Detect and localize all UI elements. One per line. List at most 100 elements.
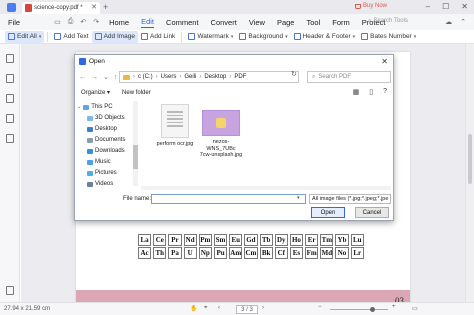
undo-icon[interactable]: ↶ <box>80 18 86 26</box>
page-indicator[interactable]: 3 / 3 <box>236 305 258 314</box>
close-window-icon[interactable]: ✕ <box>461 2 468 11</box>
hand-tool-icon[interactable]: ✋ <box>190 305 197 312</box>
nav-item-documents[interactable]: Documents <box>87 135 125 145</box>
menu-home[interactable]: Home <box>109 18 129 27</box>
up-icon[interactable]: ↑ <box>114 74 118 81</box>
new-tab-icon[interactable]: + <box>103 2 108 12</box>
menu-page[interactable]: Page <box>277 18 295 27</box>
nav-label: This PC <box>91 104 113 110</box>
nav-item-videos[interactable]: Videos <box>87 179 113 189</box>
file-item[interactable]: perform ocr.jpg <box>153 104 197 148</box>
close-dialog-icon[interactable]: ✕ <box>381 57 388 66</box>
attachment-icon[interactable] <box>6 134 14 143</box>
file-list-scrollbar[interactable] <box>141 186 391 190</box>
background-button[interactable]: Background ▾ <box>236 31 290 43</box>
path-segment-user[interactable]: Geili <box>184 74 196 80</box>
cancel-button[interactable]: Cancel <box>355 207 389 218</box>
element-cell <box>366 234 379 246</box>
path-segment-users[interactable]: Users <box>161 74 177 80</box>
header-footer-button[interactable]: Header & Footer ▾ <box>291 31 359 43</box>
element-cell: Pa <box>168 247 182 259</box>
element-cell: Dy <box>274 234 288 246</box>
path-segment-drive[interactable]: c (C:) <box>138 74 153 80</box>
menu-right-icons: ☁ ⌃ <box>445 18 466 26</box>
nav-item-3d-objects[interactable]: 3D Objects <box>87 113 125 123</box>
menu-edit[interactable]: Edit <box>141 17 155 28</box>
dialog-search-input[interactable]: ⌕ Search PDF <box>307 71 391 83</box>
file-thumbnail <box>161 104 189 138</box>
save-icon[interactable]: ▭ <box>54 18 61 26</box>
close-tab-icon[interactable]: ✕ <box>91 3 97 11</box>
scrollbar-thumb[interactable] <box>133 145 138 169</box>
help-icon[interactable] <box>6 286 14 295</box>
recent-icon[interactable]: ⌄ <box>103 73 109 81</box>
add-image-button[interactable]: Add Image <box>91 30 139 43</box>
expand-icon[interactable]: ⌃ <box>460 18 466 26</box>
header-footer-label: Header & Footer <box>302 33 351 40</box>
search-icon: ⌕ <box>312 73 316 80</box>
bookmark-icon[interactable] <box>6 74 14 83</box>
maximize-icon[interactable]: ☐ <box>442 2 449 11</box>
organize-button[interactable]: Organize ▾ <box>81 89 110 96</box>
edit-all-button[interactable]: Edit All ▾ <box>5 30 45 43</box>
refresh-icon[interactable]: ↻ <box>291 70 297 78</box>
minimize-icon[interactable]: – <box>426 2 430 11</box>
computer-icon <box>83 104 90 110</box>
nav-label: Pictures <box>95 170 117 176</box>
chevron-down-icon[interactable]: ▾ <box>297 195 300 201</box>
menu-form[interactable]: Form <box>332 18 350 27</box>
zoom-slider[interactable] <box>330 307 388 312</box>
zoom-slider-knob[interactable] <box>370 307 375 312</box>
back-icon[interactable]: ← <box>79 74 86 81</box>
search-tools-field[interactable]: ⌕ Search Tools <box>368 18 408 25</box>
path-separator: › <box>133 74 135 80</box>
fit-page-icon[interactable]: ▭ <box>412 305 418 312</box>
add-text-button[interactable]: Add Text <box>51 31 91 43</box>
menu-view[interactable]: View <box>249 18 265 27</box>
thumbnails-icon[interactable] <box>6 54 14 63</box>
zoom-out-icon[interactable]: − <box>318 304 322 310</box>
select-tool-icon[interactable]: ⌖ <box>204 305 207 312</box>
forward-icon[interactable]: → <box>91 74 98 81</box>
address-bar[interactable]: › c (C:) › Users › Geili › Desktop › PDF <box>119 71 299 83</box>
bates-number-button[interactable]: Bates Number ▾ <box>358 31 419 43</box>
add-link-button[interactable]: Add Link <box>138 31 178 43</box>
search-panel-icon[interactable] <box>6 114 14 123</box>
nav-item-this-pc[interactable]: ⌄ This PC <box>77 102 113 112</box>
menu-convert[interactable]: Convert <box>211 18 237 27</box>
nav-pane-scrollbar[interactable] <box>133 101 138 186</box>
pictures-icon <box>87 170 93 176</box>
help-icon[interactable]: ? <box>383 88 387 96</box>
path-segment-desktop[interactable]: Desktop <box>204 74 226 80</box>
path-segment-pdf[interactable]: PDF <box>234 74 246 80</box>
comment-icon[interactable] <box>6 94 14 103</box>
menu-file[interactable]: File <box>8 18 20 27</box>
cloud-icon[interactable]: ☁ <box>445 18 452 26</box>
file-type-select[interactable]: All image files (*.jpg;*.jpeg;*.jpe <box>309 194 391 204</box>
new-folder-button[interactable]: New folder <box>122 90 151 96</box>
buy-now-button[interactable]: Buy Now <box>355 3 387 9</box>
file-item[interactable]: nezos-WNS_7UBc 7cw-unsplash.jpg <box>199 104 243 159</box>
document-tab[interactable]: science-copy.pdf * ✕ <box>22 2 100 14</box>
element-cell: Pm <box>198 234 212 246</box>
view-mode-icon[interactable]: ▦ <box>353 88 360 96</box>
redo-icon[interactable]: ↷ <box>93 18 99 26</box>
vertical-scrollbar[interactable] <box>465 44 474 302</box>
background-icon <box>239 33 247 40</box>
preview-pane-icon[interactable]: ▯ <box>369 88 373 96</box>
watermark-button[interactable]: Watermark ▾ <box>185 31 236 43</box>
next-page-icon[interactable]: › <box>262 305 264 311</box>
nav-item-pictures[interactable]: Pictures <box>87 168 117 178</box>
zoom-in-icon[interactable]: + <box>392 304 396 310</box>
menu-tool[interactable]: Tool <box>306 18 320 27</box>
nav-item-music[interactable]: Music <box>87 157 111 167</box>
print-icon[interactable]: ⎙ <box>68 18 74 26</box>
previous-page-icon[interactable]: ‹ <box>218 305 220 311</box>
menu-comment[interactable]: Comment <box>166 18 199 27</box>
nav-item-desktop[interactable]: Desktop <box>87 124 117 134</box>
open-button[interactable]: Open <box>311 207 345 218</box>
nav-item-downloads[interactable]: Downloads <box>87 146 125 156</box>
scrollbar-thumb[interactable] <box>468 134 472 184</box>
file-list: perform ocr.jpg nezos-WNS_7UBc 7cw-unspl… <box>141 100 391 186</box>
file-name-input[interactable] <box>151 194 306 204</box>
